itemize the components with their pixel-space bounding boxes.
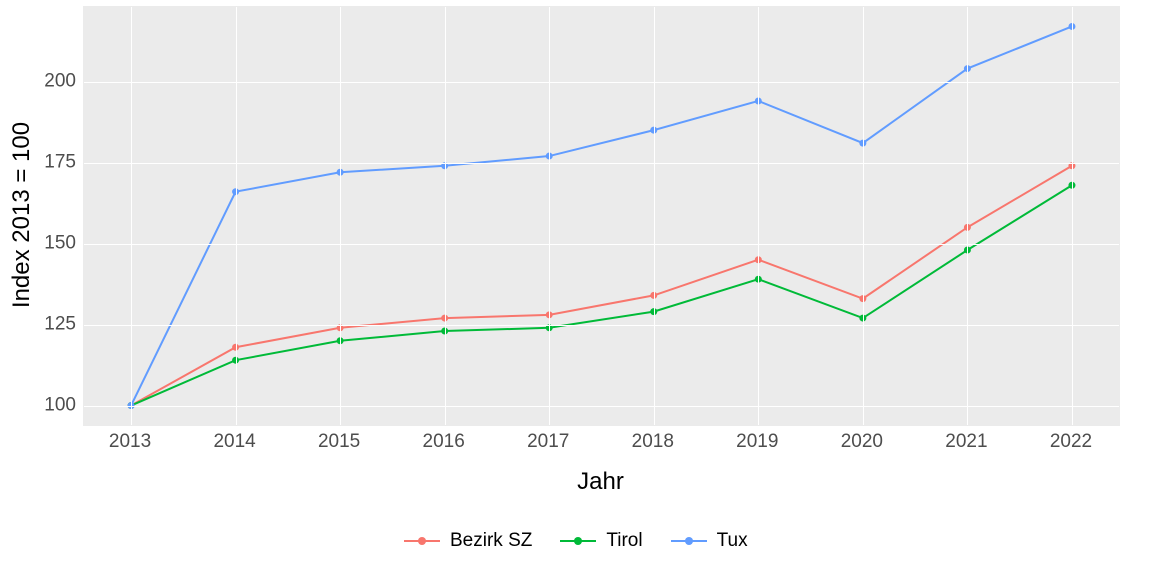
x-tick-label: 2014 (213, 432, 255, 451)
plot-panel (83, 6, 1120, 426)
gridline-v (236, 7, 237, 425)
gridline-v (340, 7, 341, 425)
series-line (131, 185, 1072, 405)
y-tick-label: 175 (44, 152, 76, 171)
gridline-h (84, 82, 1119, 83)
gridline-v (758, 7, 759, 425)
legend-point-icon (418, 537, 426, 545)
y-tick-label: 125 (44, 314, 76, 333)
gridline-v (131, 7, 132, 425)
legend-key (671, 532, 707, 550)
x-tick-label: 2017 (527, 432, 569, 451)
legend-item: Tux (671, 530, 748, 552)
gridline-v (863, 7, 864, 425)
gridline-v (549, 7, 550, 425)
x-axis-label: Jahr (577, 468, 624, 496)
series-svg (84, 7, 1119, 425)
x-tick-label: 2022 (1050, 432, 1092, 451)
legend-point-icon (574, 537, 582, 545)
x-tick-label: 2018 (632, 432, 674, 451)
legend-key (560, 532, 596, 550)
legend-item: Bezirk SZ (404, 530, 532, 552)
gridline-h (84, 163, 1119, 164)
gridline-h (84, 406, 1119, 407)
legend-label: Bezirk SZ (450, 530, 532, 552)
legend: Bezirk SZ Tirol Tux (404, 530, 748, 552)
legend-item: Tirol (560, 530, 642, 552)
series-line (131, 166, 1072, 406)
y-tick-label: 200 (44, 71, 76, 90)
legend-label: Tirol (606, 530, 642, 552)
legend-key (404, 532, 440, 550)
legend-label: Tux (717, 530, 748, 552)
x-tick-label: 2015 (318, 432, 360, 451)
x-tick-label: 2016 (423, 432, 465, 451)
x-tick-label: 2021 (945, 432, 987, 451)
gridline-v (654, 7, 655, 425)
y-axis-label: Index 2013 = 100 (8, 122, 36, 308)
y-tick-label: 100 (44, 395, 76, 414)
gridline-h (84, 244, 1119, 245)
line-chart: 2013 2014 2015 2016 2017 2018 2019 2020 2021 2022… (0, 0, 1152, 576)
gridline-v (967, 7, 968, 425)
gridline-v (1072, 7, 1073, 425)
gridline-v (445, 7, 446, 425)
y-tick-label: 150 (44, 233, 76, 252)
legend-point-icon (685, 537, 693, 545)
gridline-h (84, 325, 1119, 326)
x-tick-label: 2013 (109, 432, 151, 451)
x-tick-label: 2020 (841, 432, 883, 451)
series-line (131, 26, 1072, 405)
x-tick-label: 2019 (736, 432, 778, 451)
